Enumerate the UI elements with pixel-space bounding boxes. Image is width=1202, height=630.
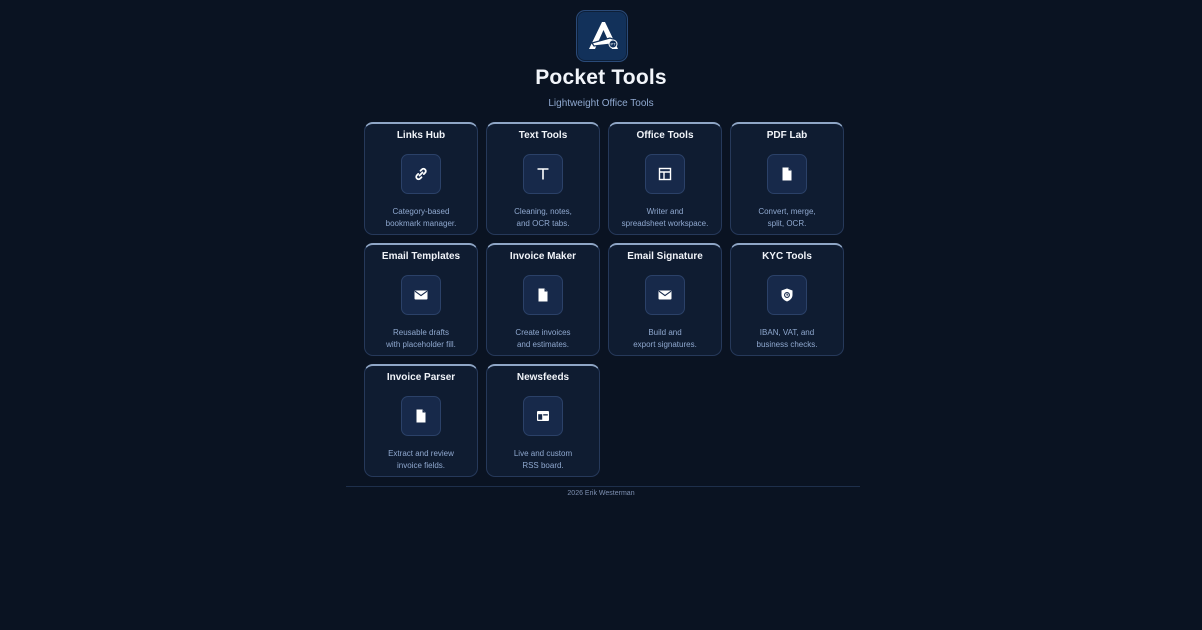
tool-card-icon-box bbox=[645, 275, 685, 315]
tool-card-pdf-lab[interactable]: PDF Lab Convert, merge, split, OCR. bbox=[730, 122, 844, 235]
pocket-knife-logo-icon: PT bbox=[589, 22, 618, 49]
tool-card-title: Email Signature bbox=[627, 251, 703, 262]
document-icon bbox=[782, 167, 792, 181]
tool-card-title: Email Templates bbox=[381, 251, 461, 262]
document-icon bbox=[416, 409, 426, 423]
tool-card-email-templates[interactable]: Email Templates Reusable drafts with pla… bbox=[364, 243, 478, 356]
footer-divider bbox=[346, 486, 860, 487]
tool-card-title: Invoice Parser bbox=[386, 372, 456, 383]
page-subtitle: Lightweight Office Tools bbox=[548, 98, 654, 109]
tool-card-description: Extract and review invoice fields. bbox=[388, 449, 454, 470]
shield-icon bbox=[781, 288, 793, 302]
tool-card-title: Links Hub bbox=[396, 130, 446, 141]
document-icon bbox=[538, 288, 548, 302]
app-logo: PT bbox=[576, 10, 628, 62]
tool-card-title: Text Tools bbox=[518, 130, 568, 141]
mail-icon bbox=[414, 290, 428, 300]
tool-card-description: Reusable drafts with placeholder fill. bbox=[386, 328, 456, 349]
tool-card-icon-box bbox=[401, 275, 441, 315]
svg-text:PT: PT bbox=[610, 42, 616, 47]
tool-card-title: Office Tools bbox=[636, 130, 694, 141]
tool-card-kyc-tools[interactable]: KYC Tools IBAN, VAT, and business checks… bbox=[730, 243, 844, 356]
tool-card-invoice-maker[interactable]: Invoice Maker Create invoices and estima… bbox=[486, 243, 600, 356]
tool-card-title: Invoice Maker bbox=[509, 251, 577, 262]
tool-card-description: Category-based bookmark manager. bbox=[385, 207, 457, 228]
tool-card-title: KYC Tools bbox=[762, 251, 812, 262]
tool-card-office-tools[interactable]: Office Tools Writer and spreadsheet work… bbox=[608, 122, 722, 235]
tool-card-title: Newsfeeds bbox=[516, 372, 570, 383]
tool-card-newsfeeds[interactable]: Newsfeeds Live and custom RSS board. bbox=[486, 364, 600, 477]
tool-card-description: Convert, merge, split, OCR. bbox=[758, 207, 816, 228]
page-title: Pocket Tools bbox=[535, 66, 667, 89]
tool-card-description: Cleaning, notes, and OCR tabs. bbox=[514, 207, 572, 228]
tool-card-icon-box bbox=[767, 275, 807, 315]
layout-icon bbox=[658, 167, 672, 181]
tool-card-title: PDF Lab bbox=[766, 130, 808, 141]
footer-copyright: 2026 Erik Westerman bbox=[567, 490, 635, 497]
tool-card-description: Writer and spreadsheet workspace. bbox=[621, 207, 709, 228]
tool-card-icon-box bbox=[767, 154, 807, 194]
tool-card-text-tools[interactable]: Text Tools Cleaning, notes, and OCR tabs… bbox=[486, 122, 600, 235]
text-icon bbox=[537, 168, 549, 180]
tool-card-icon-box bbox=[523, 275, 563, 315]
tool-card-description: Live and custom RSS board. bbox=[513, 449, 573, 470]
tool-card-icon-box bbox=[645, 154, 685, 194]
tools-grid: Links Hub Category-based bookmark manage… bbox=[364, 122, 844, 477]
tool-card-icon-box bbox=[523, 154, 563, 194]
tool-card-invoice-parser[interactable]: Invoice Parser Extract and review invoic… bbox=[364, 364, 478, 477]
tool-card-icon-box bbox=[401, 396, 441, 436]
feed-window-icon bbox=[537, 411, 549, 421]
tool-card-description: Build and export signatures. bbox=[633, 328, 697, 349]
tool-card-description: Create invoices and estimates. bbox=[515, 328, 571, 349]
link-icon bbox=[415, 167, 427, 181]
tool-card-links-hub[interactable]: Links Hub Category-based bookmark manage… bbox=[364, 122, 478, 235]
page: PT Pocket Tools Lightweight Office Tools… bbox=[0, 0, 1202, 630]
tool-card-description: IBAN, VAT, and business checks. bbox=[756, 328, 818, 349]
tool-card-icon-box bbox=[401, 154, 441, 194]
tool-card-email-signature[interactable]: Email Signature Build and export signatu… bbox=[608, 243, 722, 356]
tool-card-icon-box bbox=[523, 396, 563, 436]
mail-icon bbox=[658, 290, 672, 300]
